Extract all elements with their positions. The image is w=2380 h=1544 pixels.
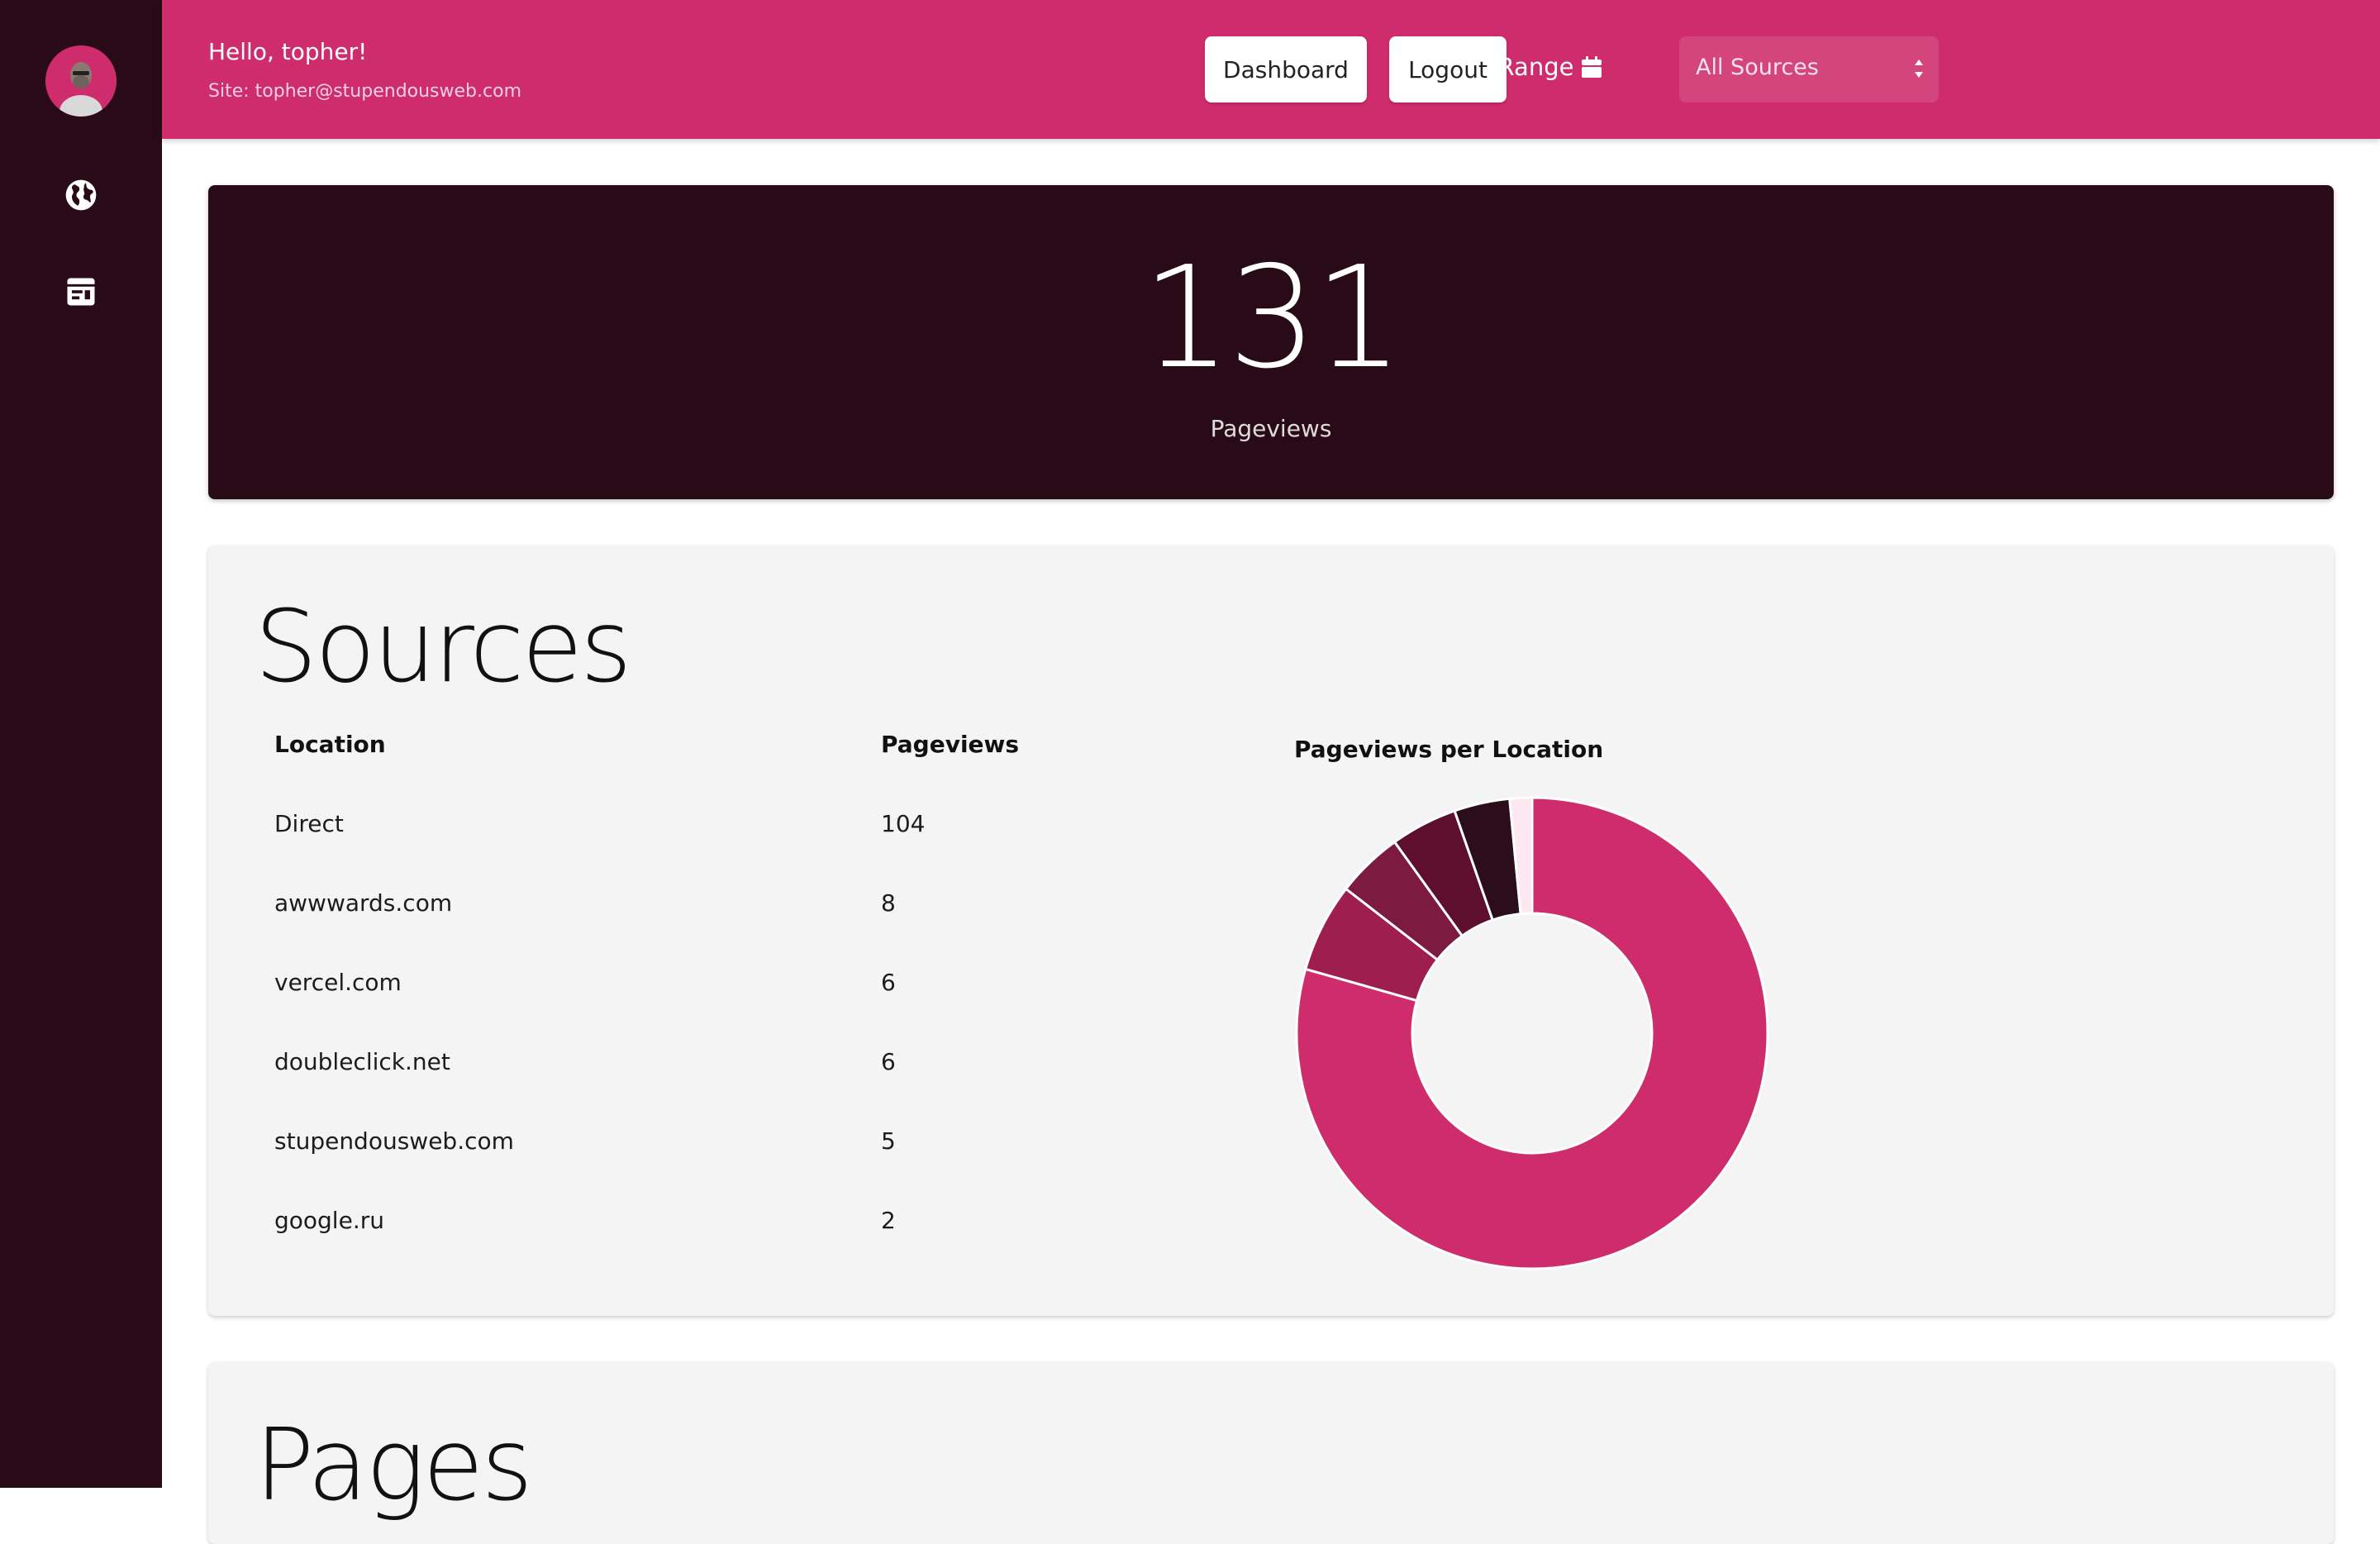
sources-card: Sources Location Pageviews Direct 104 aw…	[208, 546, 2334, 1316]
table-cell-pageviews: 2	[881, 1207, 896, 1234]
table-cell-pageviews: 104	[881, 810, 926, 837]
avatar-image	[45, 45, 117, 117]
table-cell-pageviews: 8	[881, 889, 896, 917]
calendar-icon	[1582, 56, 1602, 78]
pages-title: Pages	[255, 1408, 533, 1523]
logout-button[interactable]: Logout	[1389, 36, 1507, 102]
table-cell-location: Direct	[274, 810, 344, 837]
table-cell-pageviews: 5	[881, 1127, 896, 1155]
pageviews-total: 131	[1141, 236, 1403, 400]
chart-title: Pageviews per Location	[1294, 736, 1604, 763]
table-cell-location: doubleclick.net	[274, 1048, 450, 1075]
table-cell-location: vercel.com	[274, 969, 402, 996]
table-cell-location: awwwards.com	[274, 889, 453, 917]
pageviews-donut-chart	[1295, 796, 1769, 1270]
select-arrows-icon	[1915, 60, 1923, 78]
table-header-location: Location	[274, 731, 386, 758]
pages-card: Pages	[208, 1362, 2334, 1544]
source-select[interactable]: All Sources	[1679, 36, 1939, 102]
dashboard-button[interactable]: Dashboard	[1205, 36, 1367, 102]
avatar[interactable]	[45, 45, 117, 117]
article-icon[interactable]	[63, 274, 99, 310]
sidebar	[0, 0, 162, 1488]
site-label: Site: topher@stupendousweb.com	[208, 81, 521, 102]
source-select-value: All Sources	[1696, 55, 1819, 80]
pageviews-hero-card: 131 Pageviews	[208, 185, 2334, 499]
globe-icon[interactable]	[63, 177, 99, 213]
pageviews-label: Pageviews	[1210, 415, 1332, 442]
sources-title: Sources	[255, 590, 632, 705]
greeting: Hello, topher!	[208, 38, 368, 65]
table-cell-location: google.ru	[274, 1207, 384, 1234]
table-cell-location: stupendousweb.com	[274, 1127, 514, 1155]
table-cell-pageviews: 6	[881, 1048, 896, 1075]
table-header-pageviews: Pageviews	[881, 731, 1020, 758]
top-bar: Hello, topher! Site: topher@stupendouswe…	[162, 0, 2380, 139]
table-cell-pageviews: 6	[881, 969, 896, 996]
